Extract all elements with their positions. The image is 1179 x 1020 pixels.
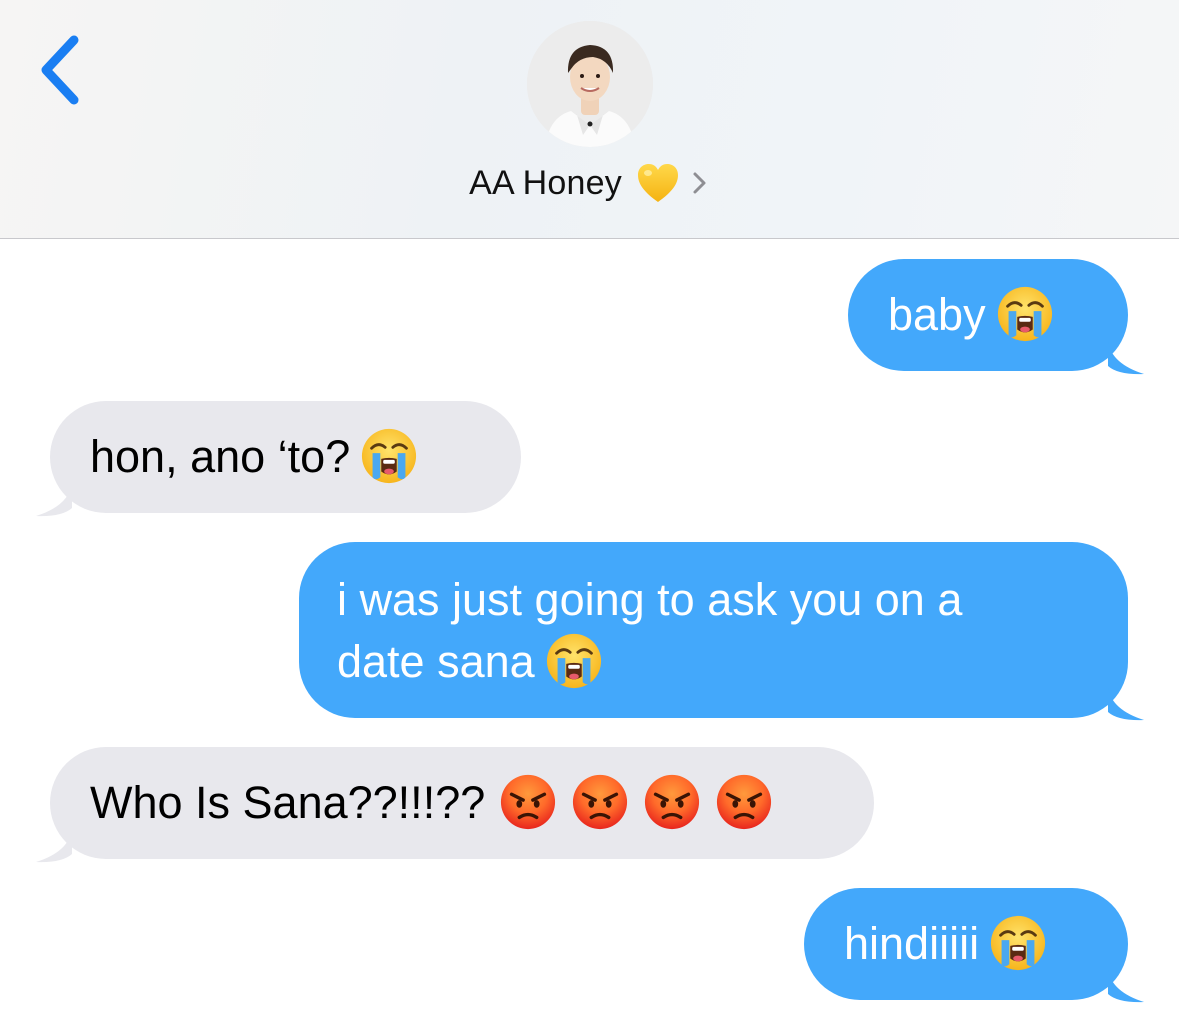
message-text: Who Is Sana??!!!?? [90,777,486,828]
bubble-tail [1108,970,1144,1003]
message-bubble-received[interactable]: hon, ano ‘to? [50,401,521,513]
conversation-header: AA Honey [0,0,1179,239]
pouting-face-icon [715,773,773,831]
loudly-crying-face-icon [996,285,1054,343]
message-text: hon, ano ‘to? [90,431,351,482]
contact-name: AA Honey [469,163,622,202]
bubble-tail [36,830,72,863]
yellow-heart-icon [636,162,680,204]
contact-avatar[interactable] [527,21,653,147]
pouting-face-icon [643,773,701,831]
avatar-photo [527,21,653,147]
chevron-left-icon [41,35,79,105]
bubble-tail [1108,688,1144,721]
contact-title[interactable]: AA Honey [0,158,1179,208]
message-bubble-sent[interactable]: hindiiiii [804,888,1128,1000]
message-text: baby [888,289,986,340]
pouting-face-icon [499,773,557,831]
loudly-crying-face-icon [545,632,603,690]
bubble-tail [1108,342,1144,375]
chevron-right-icon [690,168,710,198]
loudly-crying-face-icon [360,427,418,485]
message-text-line: date sana [337,636,535,687]
message-text-line: i was just going to ask you on a [337,574,963,625]
message-bubble-sent[interactable]: i was just going to ask you on a date sa… [299,542,1128,718]
bubble-tail [36,484,72,517]
pouting-face-icon [571,773,629,831]
loudly-crying-face-icon [989,914,1047,972]
message-bubble-received[interactable]: Who Is Sana??!!!?? [50,747,874,859]
message-text: hindiiiii [844,918,980,969]
back-button[interactable] [30,30,90,110]
message-bubble-sent[interactable]: baby [848,259,1128,371]
